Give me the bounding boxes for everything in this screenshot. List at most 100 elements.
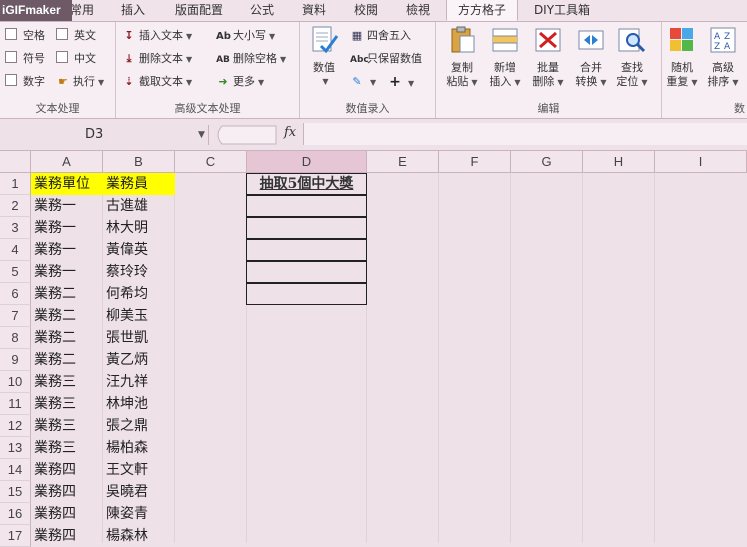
checkbox-space[interactable]: 空格: [5, 27, 45, 45]
column-header-f[interactable]: F: [439, 151, 511, 173]
cell-unit[interactable]: 業務三: [31, 393, 103, 415]
row-header[interactable]: 8: [0, 327, 31, 349]
tab-page-layout[interactable]: 版面配置: [168, 0, 230, 21]
column-header-h[interactable]: H: [583, 151, 655, 173]
row-header[interactable]: 9: [0, 349, 31, 371]
more-button[interactable]: ➜ 更多 ▼: [216, 73, 264, 91]
cell-unit[interactable]: 業務四: [31, 481, 103, 503]
checkbox-number[interactable]: 数字: [5, 73, 45, 91]
cell-unit[interactable]: 業務三: [31, 415, 103, 437]
row-header[interactable]: 1: [0, 173, 31, 195]
cell-unit[interactable]: 業務二: [31, 305, 103, 327]
add-button[interactable]: + ▼: [388, 73, 414, 91]
keep-value-button[interactable]: Abc只保留数值: [350, 50, 422, 68]
cell-salesperson[interactable]: 柳美玉: [103, 305, 175, 327]
row-header[interactable]: 5: [0, 261, 31, 283]
row-header[interactable]: 15: [0, 481, 31, 503]
column-header-d[interactable]: D: [247, 151, 367, 173]
find-locate-button[interactable]: 查找 定位 ▼: [612, 26, 652, 90]
case-button[interactable]: Ab 大小写 ▼: [216, 27, 275, 45]
prize-title-cell[interactable]: 抽取5個中大獎: [246, 173, 367, 195]
insert-text-button[interactable]: ↧ 插入文本 ▼: [122, 27, 192, 45]
value-button[interactable]: 数值 ▼: [304, 26, 344, 89]
prize-slot-cell[interactable]: [246, 283, 367, 305]
merge-convert-button[interactable]: 合并 转换 ▼: [571, 26, 611, 90]
cell-unit[interactable]: 業務三: [31, 371, 103, 393]
cell-unit[interactable]: 業務三: [31, 437, 103, 459]
row-header[interactable]: 6: [0, 283, 31, 305]
cell-salesperson[interactable]: 張之鼎: [103, 415, 175, 437]
copy-paste-button[interactable]: 复制 粘贴 ▼: [442, 26, 482, 90]
column-header-b[interactable]: B: [103, 151, 175, 173]
cell-salesperson[interactable]: 古進雄: [103, 195, 175, 217]
cell-salesperson[interactable]: 楊柏森: [103, 437, 175, 459]
tab-fangfang-grid[interactable]: 方方格子: [446, 0, 518, 21]
delete-space-button[interactable]: AB 删除空格 ▼: [216, 50, 286, 68]
column-header-i[interactable]: I: [655, 151, 747, 173]
row-header[interactable]: 11: [0, 393, 31, 415]
tab-diy-toolbox[interactable]: DIY工具箱: [526, 0, 598, 21]
checkbox-chinese[interactable]: 中文: [56, 50, 96, 68]
edit-cell-button[interactable]: ✎ ▼: [350, 73, 376, 91]
tab-review[interactable]: 校閱: [346, 0, 386, 21]
row-header[interactable]: 10: [0, 371, 31, 393]
row-header[interactable]: 3: [0, 217, 31, 239]
cell-salesperson[interactable]: 何希均: [103, 283, 175, 305]
cell-salesperson[interactable]: 林大明: [103, 217, 175, 239]
batch-delete-button[interactable]: 批量 删除 ▼: [528, 26, 568, 90]
advanced-sort-button[interactable]: A Z Z A 高级 排序 ▼: [703, 26, 743, 90]
row-header[interactable]: 16: [0, 503, 31, 525]
chevron-down-icon[interactable]: ▼: [198, 125, 205, 145]
row-header[interactable]: 2: [0, 195, 31, 217]
cell-unit[interactable]: 業務二: [31, 283, 103, 305]
cell-salesperson[interactable]: 林坤池: [103, 393, 175, 415]
tab-formulas[interactable]: 公式: [243, 0, 281, 21]
cell-unit[interactable]: 業務一: [31, 239, 103, 261]
tab-insert[interactable]: 插入: [112, 0, 154, 21]
row-header[interactable]: 7: [0, 305, 31, 327]
column-header-e[interactable]: E: [367, 151, 439, 173]
add-insert-button[interactable]: 新增 插入 ▼: [485, 26, 525, 90]
cell-salesperson[interactable]: 王文軒: [103, 459, 175, 481]
cell-unit[interactable]: 業務一: [31, 195, 103, 217]
cell-salesperson[interactable]: 楊森林: [103, 525, 175, 547]
row-header[interactable]: 17: [0, 525, 31, 547]
column-header-a[interactable]: A: [31, 151, 103, 173]
header-cell-salesperson[interactable]: 業務員: [103, 173, 175, 195]
cell-salesperson[interactable]: 張世凱: [103, 327, 175, 349]
cell-salesperson[interactable]: 吳曉君: [103, 481, 175, 503]
cell-salesperson[interactable]: 黃偉英: [103, 239, 175, 261]
tab-view[interactable]: 檢視: [398, 0, 438, 21]
cell-unit[interactable]: 業務四: [31, 503, 103, 525]
prize-slot-cell[interactable]: [246, 261, 367, 283]
delete-text-button[interactable]: ⤓ 删除文本 ▼: [122, 50, 193, 68]
insert-function-button[interactable]: fx: [284, 125, 296, 140]
execute-button[interactable]: ☛ 执行 ▼: [56, 73, 104, 91]
round-button[interactable]: ▦ 四舍五入: [350, 27, 411, 45]
cell-salesperson[interactable]: 汪九祥: [103, 371, 175, 393]
header-cell-unit[interactable]: 業務單位: [31, 173, 103, 195]
column-header-g[interactable]: G: [511, 151, 583, 173]
row-header[interactable]: 13: [0, 437, 31, 459]
formula-input[interactable]: [303, 123, 747, 145]
cell-salesperson[interactable]: 黃乙炳: [103, 349, 175, 371]
row-header[interactable]: 14: [0, 459, 31, 481]
prize-slot-cell[interactable]: [246, 195, 367, 217]
row-header[interactable]: 12: [0, 415, 31, 437]
select-all-corner[interactable]: [0, 151, 31, 173]
cell-unit[interactable]: 業務一: [31, 217, 103, 239]
cell-unit[interactable]: 業務四: [31, 459, 103, 481]
cell-salesperson[interactable]: 蔡玲玲: [103, 261, 175, 283]
cell-unit[interactable]: 業務二: [31, 349, 103, 371]
cell-salesperson[interactable]: 陳姿青: [103, 503, 175, 525]
extract-text-button[interactable]: ⇣ 截取文本 ▼: [122, 73, 192, 91]
prize-slot-cell[interactable]: [246, 217, 367, 239]
cell-unit[interactable]: 業務一: [31, 261, 103, 283]
prize-slot-cell[interactable]: [246, 239, 367, 261]
cell-unit[interactable]: 業務二: [31, 327, 103, 349]
tab-data[interactable]: 資料: [294, 0, 334, 21]
checkbox-symbol[interactable]: 符号: [5, 50, 45, 68]
checkbox-english[interactable]: 英文: [56, 27, 96, 45]
row-header[interactable]: 4: [0, 239, 31, 261]
cell-unit[interactable]: 業務四: [31, 525, 103, 547]
